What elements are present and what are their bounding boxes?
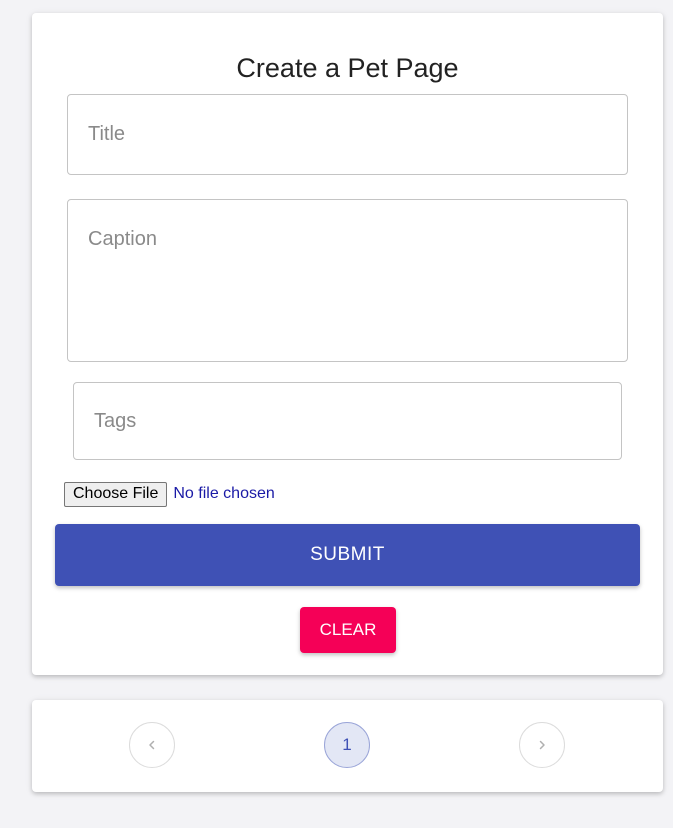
tags-input[interactable] bbox=[73, 382, 622, 460]
chevron-left-icon bbox=[149, 740, 155, 750]
create-pet-form-card: Create a Pet Page Choose File No file ch… bbox=[32, 13, 663, 675]
next-page-button[interactable] bbox=[519, 722, 565, 768]
clear-button[interactable]: CLEAR bbox=[300, 607, 396, 653]
choose-file-button[interactable]: Choose File bbox=[64, 481, 168, 507]
title-input[interactable] bbox=[67, 94, 628, 175]
submit-button[interactable]: SUBMIT bbox=[55, 524, 640, 586]
pagination-card: 1 bbox=[32, 700, 663, 792]
caption-textarea[interactable] bbox=[67, 199, 628, 362]
page-1-button[interactable]: 1 bbox=[324, 722, 370, 768]
chevron-right-icon bbox=[539, 740, 545, 750]
file-input-row: Choose File No file chosen bbox=[64, 481, 275, 507]
page-number: 1 bbox=[342, 735, 352, 754]
page-title: Create a Pet Page bbox=[236, 53, 459, 83]
previous-page-button[interactable] bbox=[129, 722, 175, 768]
file-status-text: No file chosen bbox=[173, 485, 275, 502]
